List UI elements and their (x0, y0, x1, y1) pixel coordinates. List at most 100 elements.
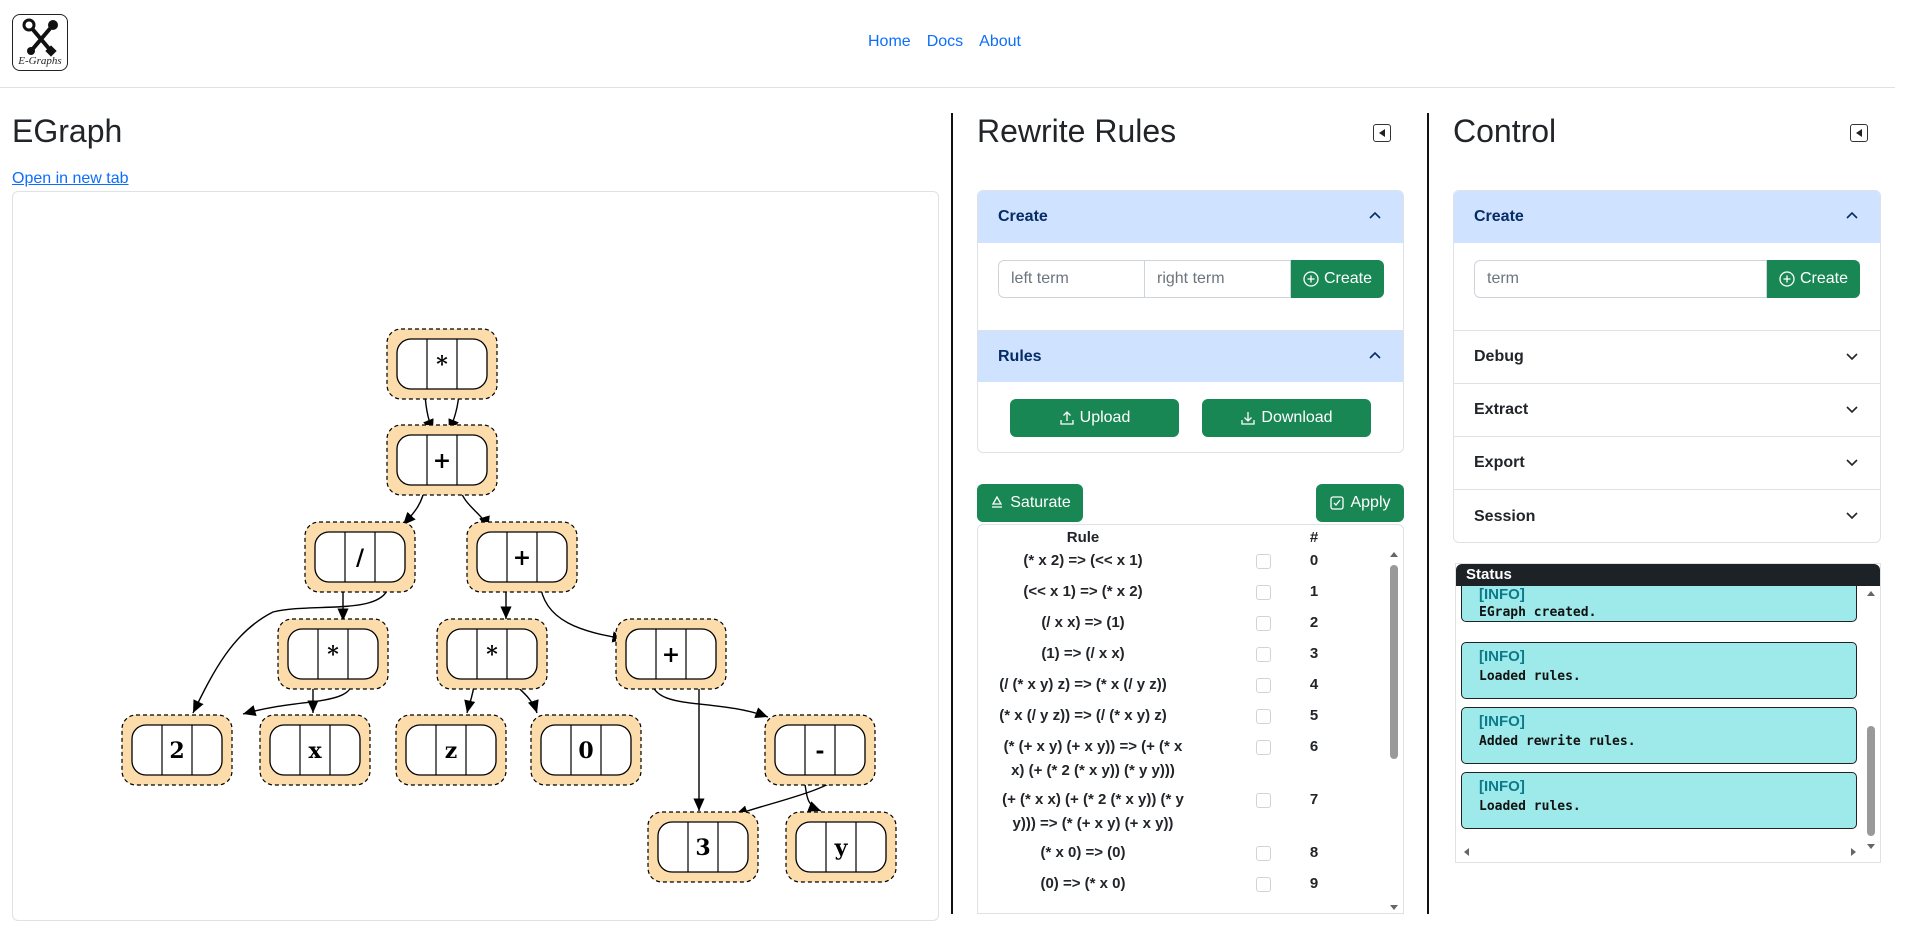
egraph-eclass[interactable]: * (277, 618, 389, 690)
nav-docs[interactable]: Docs (927, 33, 963, 51)
egraph-canvas[interactable]: * + / + * * +2 x z 0 - 3 y (12, 191, 939, 921)
status-scrollbar-thumb[interactable] (1867, 726, 1875, 836)
enode-label: 2 (169, 738, 184, 764)
enode-label: / (356, 545, 365, 571)
egraph-eclass[interactable]: - (764, 714, 876, 786)
download-button[interactable]: Download (1202, 399, 1371, 437)
rule-checkbox[interactable] (1256, 554, 1271, 569)
enode-label: - (815, 738, 824, 764)
saturate-button[interactable]: Saturate (977, 484, 1083, 522)
rule-checkbox[interactable] (1256, 585, 1271, 600)
chevron-down-icon (1846, 353, 1858, 361)
enode-label: + (433, 448, 451, 474)
rule-checkbox[interactable] (1256, 616, 1271, 631)
debug-section-header[interactable]: Debug (1454, 330, 1880, 383)
rule-number: 5 (1309, 707, 1319, 724)
nav-home[interactable]: Home (868, 33, 911, 51)
rules-scrollbar[interactable] (1385, 549, 1403, 913)
create-rule-button[interactable]: Create (1291, 260, 1385, 298)
enode-label: + (513, 545, 531, 571)
egraph-eclass[interactable]: * (436, 618, 548, 690)
chevron-up-icon (1369, 211, 1381, 219)
rule-row: (/ (* x y) z) => (* x (/ y z)) 4 (978, 673, 1378, 701)
rules-table[interactable]: Rule # (* x 2) => (<< x 1) 0 (<< x 1) => (… (977, 524, 1404, 914)
egraph-eclass[interactable]: x (259, 714, 371, 786)
egraph-eclass[interactable]: 0 (530, 714, 642, 786)
status-scrollbar[interactable] (1862, 586, 1880, 849)
collapse-rewrite-panel-button[interactable] (1373, 124, 1391, 142)
egraph-eclass[interactable]: + (615, 618, 727, 690)
scroll-left-icon (1464, 848, 1469, 856)
apply-button[interactable]: Apply (1316, 484, 1404, 522)
right-term-input[interactable]: right term (1145, 260, 1291, 298)
rule-text: (* x 2) => (<< x 1) (1023, 552, 1143, 569)
rule-checkbox[interactable] (1256, 846, 1271, 861)
rule-text: (/ (* x y) z) => (* x (/ y z)) (999, 676, 1167, 693)
collapse-control-panel-button[interactable] (1850, 124, 1868, 142)
log-level: [INFO] (1479, 648, 1525, 665)
rule-text: (/ x x) => (1) (1041, 614, 1125, 631)
egraph-visualization[interactable]: * + / + * * +2 x z 0 - 3 y (13, 192, 940, 922)
egraph-eclass[interactable]: * (386, 328, 498, 400)
rule-checkbox[interactable] (1256, 877, 1271, 892)
rule-number: 6 (1309, 738, 1319, 755)
egraph-eclass[interactable]: z (395, 714, 507, 786)
enode-label: x (308, 738, 322, 764)
upload-button[interactable]: Upload (1010, 399, 1179, 437)
extract-section-header[interactable]: Extract (1454, 383, 1880, 436)
status-horizontal-scrollbar[interactable] (1456, 842, 1880, 862)
rewrite-create-header[interactable]: Create (978, 191, 1403, 243)
rule-checkbox[interactable] (1256, 678, 1271, 693)
log-message: Loaded rules. (1479, 799, 1581, 814)
egraph-eclass[interactable]: / (304, 521, 416, 593)
export-section-header[interactable]: Export (1454, 436, 1880, 489)
scroll-up-icon (1867, 591, 1875, 596)
create-term-button[interactable]: Create (1767, 260, 1861, 298)
egraph-eclass[interactable]: 3 (647, 811, 759, 883)
log-message: Loaded rules. (1479, 669, 1581, 684)
egraph-eclass[interactable]: 2 (121, 714, 233, 786)
egraph-eclass[interactable]: y (785, 811, 897, 883)
status-log[interactable]: Status [INFO] EGraph created. [INFO] Loa… (1455, 563, 1881, 863)
rules-scrollbar-thumb[interactable] (1390, 565, 1398, 759)
rule-checkbox[interactable] (1256, 647, 1271, 662)
egraph-eclass[interactable]: + (386, 424, 498, 496)
left-term-input[interactable]: left term (998, 260, 1145, 298)
create-term-label: Create (1800, 270, 1849, 287)
rule-column-header: Rule (1066, 529, 1100, 546)
rule-checkbox[interactable] (1256, 740, 1271, 755)
egraph-eclass[interactable]: + (466, 521, 578, 593)
rule-text: (* (+ x y) (+ x y)) => (+ (* x x) (+ (* 2… (978, 735, 1208, 783)
panel-divider-left[interactable] (951, 113, 953, 914)
rule-row: (* (+ x y) (+ x y)) => (+ (* x x) (+ (* 2… (978, 735, 1378, 785)
rules-section-header[interactable]: Rules (978, 330, 1403, 382)
enode-label: + (662, 642, 680, 668)
rule-number: 1 (1309, 583, 1319, 600)
upload-icon (1059, 411, 1074, 425)
rewrite-accordion: Create left term right term Create Rules… (977, 190, 1404, 453)
download-icon (1241, 412, 1256, 425)
nav-about[interactable]: About (979, 33, 1021, 51)
control-create-form: term Create (1474, 260, 1861, 298)
log-level: [INFO] (1479, 586, 1525, 603)
plus-circle-icon (1303, 271, 1319, 287)
logo[interactable]: E-Graphs (12, 14, 68, 71)
open-in-new-tab-link[interactable]: Open in new tab (12, 170, 129, 188)
chevron-down-icon (1846, 512, 1858, 520)
rule-number: 4 (1309, 676, 1319, 693)
main-nav: Home Docs About (868, 33, 1021, 51)
chevron-up-icon (1369, 351, 1381, 359)
panel-divider-right[interactable] (1427, 113, 1429, 914)
session-section-header[interactable]: Session (1454, 489, 1880, 542)
rule-checkbox[interactable] (1256, 793, 1271, 808)
rule-number: 3 (1309, 645, 1319, 662)
term-input[interactable]: term (1474, 260, 1767, 298)
rule-number: 9 (1309, 875, 1319, 892)
rule-checkbox[interactable] (1256, 709, 1271, 724)
rule-number: 2 (1309, 614, 1319, 631)
chevron-down-icon (1846, 406, 1858, 414)
rule-row: (* x 0) => (0) 8 (978, 841, 1378, 869)
rewrite-create-form: left term right term Create (998, 260, 1385, 298)
control-create-header[interactable]: Create (1454, 191, 1880, 243)
extract-label: Extract (1474, 401, 1529, 418)
